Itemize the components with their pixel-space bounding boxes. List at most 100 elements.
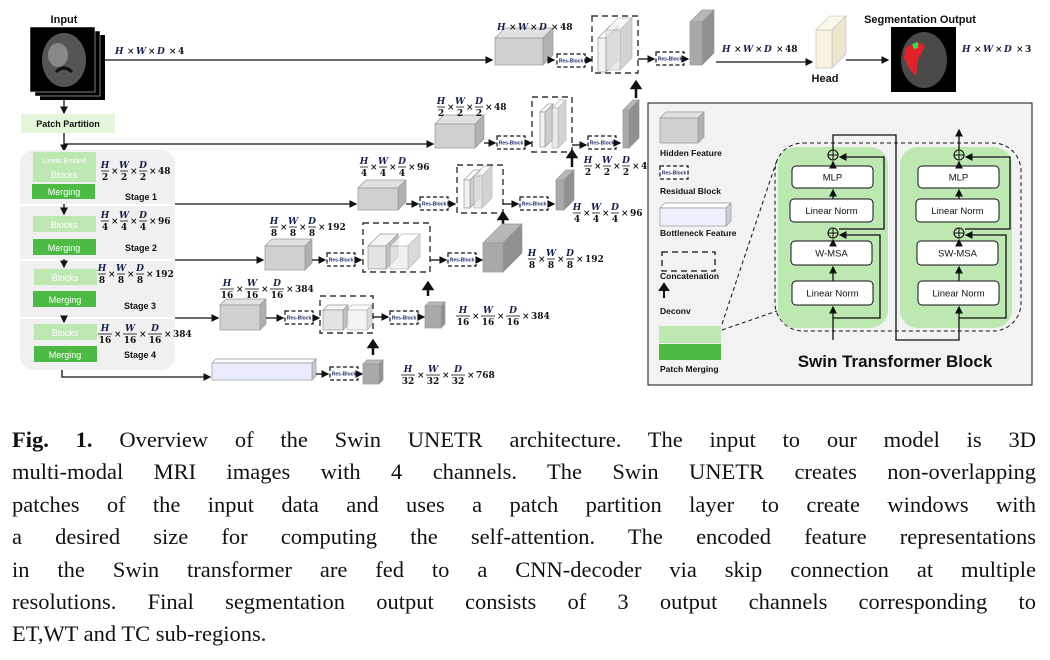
dim-times: × [447,103,455,113]
dim-times: × [583,209,591,219]
dim-symbol: D [1003,45,1012,55]
dim-denominator: 32 [427,377,440,387]
dim-times: × [551,23,559,33]
w-msa-block-linear-norm-1-label: Linear Norm [806,289,858,300]
sw-msa-block-msa-label: SW-MSA [938,249,978,260]
dim-channels: 48 [785,45,798,55]
dim-numerator: H [100,324,110,334]
dim-symbol: W [518,23,529,33]
dim-denominator: 32 [452,377,465,387]
res-block-label: Res-Block [329,258,354,264]
dim-denominator: 16 [507,318,520,328]
dim-denominator: 8 [99,276,105,286]
row4-out-dims: H4×W4×D4× 96 [572,203,643,225]
input-label: Input [51,14,78,26]
dim-times: × [530,23,538,33]
legend-merging-swatch [659,344,721,360]
dim-denominator: 16 [149,336,162,346]
dim-times: × [111,167,119,177]
dim-numerator: D [307,217,316,227]
caption-text: resolutions. Final segmentation output c… [12,589,1036,615]
stage1-merging: Merging [48,187,81,197]
res-block-label: Res-Block [658,57,683,63]
dim-times: × [776,45,784,55]
dim-numerator: H [97,264,107,274]
dim-numerator: W [247,279,258,289]
caption-text: in the Swin transformer are fed to a CNN… [12,556,1036,582]
dim-numerator: W [591,203,602,213]
dim-denominator: 4 [102,223,108,233]
input-dims: H × W × D × 4 [114,47,184,57]
dim-channels: 768 [476,371,495,381]
dim-numerator: W [119,161,130,171]
bottleneck-out-dims: H32×W32×D32× 768 [401,365,495,387]
dim-numerator: W [428,365,439,375]
decoder-feature-row1 [689,9,715,66]
row2-out-dims: H2×W2×D2× 48 [583,156,654,178]
dim-numerator: W [602,156,613,166]
dim-times: × [108,270,116,280]
legend-hidden-feature-icon [659,111,705,144]
deconv-arrow [421,280,435,296]
res-block-label: Res-Block [450,258,475,264]
dim-denominator: 2 [102,173,108,183]
legend-concatenation: Concatenation [660,271,719,281]
dim-times: × [146,270,154,280]
dim-denominator: 4 [121,223,127,233]
concat-slice [322,304,349,331]
dim-times: × [370,163,378,173]
caption-line: ET,WT and TC sub-regions. [12,618,1036,650]
row8-hidden-dims: H8×W8×D8× 192 [269,217,346,239]
dim-symbol: H [961,45,971,55]
legend-panel: Res-Block Hidden Feature Residual Block … [647,102,1033,386]
res-block: Res-Block [447,252,477,267]
stage2-blocks: Blocks [51,220,78,230]
dim-times: × [467,371,475,381]
dim-channels: 48 [560,23,573,33]
legend-blocks-swatch [659,326,721,343]
deconv-arrow [565,148,579,167]
dim-denominator: 2 [604,168,610,178]
dim-symbol: H [496,23,506,33]
res-block-label: Res-Block [499,141,524,147]
dim-times: × [130,217,138,227]
dim-numerator: D [138,211,147,221]
stage2-merging: Merging [48,243,81,253]
caption-line: resolutions. Final segmentation output c… [12,586,1036,618]
dim-channels: 96 [417,163,430,173]
caption-line: multi-modal MRI images with 4 channels. … [12,456,1036,488]
legend-residual-block: Residual Block [660,186,721,196]
caption-line: Fig. 1. Overview of the Swin UNETR archi… [12,424,1036,456]
dim-denominator: 2 [140,173,146,183]
swin-block-title: Swin Transformer Block [798,352,993,371]
dim-numerator: H [403,365,413,375]
dim-channels: 384 [295,285,314,295]
dim-numerator: W [378,157,389,167]
dim-numerator: H [583,156,593,166]
row4-hidden-dims: H4×W4×D4× 96 [359,157,430,179]
swin-encoder: Linear Embed Blocks Merging Stage 1 H2×W… [20,150,192,370]
dim-numerator: W [116,264,127,274]
dim-denominator: 2 [457,109,463,119]
caption-text: ET,WT and TC sub-regions. [12,621,267,647]
dim-denominator: 16 [221,291,234,301]
dim-times: × [389,163,397,173]
hidden-feature-row1 [494,27,554,66]
dim-numerator: H [458,306,468,316]
dim-times: × [522,312,530,322]
dim-numerator: D [474,97,483,107]
dim-numerator: H [222,279,232,289]
dim-times: × [130,167,138,177]
dim-symbol: H [721,45,731,55]
sw-msa-block-mlp-label: MLP [949,173,969,184]
dim-numerator: D [508,306,517,316]
dim-numerator: H [269,217,279,227]
w-msa-block-mlp-label: MLP [823,173,843,184]
dim-numerator: D [150,324,159,334]
dim-denominator: 2 [121,173,127,183]
head-block [815,15,847,69]
hidden-feature-row8 [264,238,313,271]
dim-times: × [995,45,1003,55]
dim-times: × [149,167,157,177]
dim-numerator: H [359,157,369,167]
